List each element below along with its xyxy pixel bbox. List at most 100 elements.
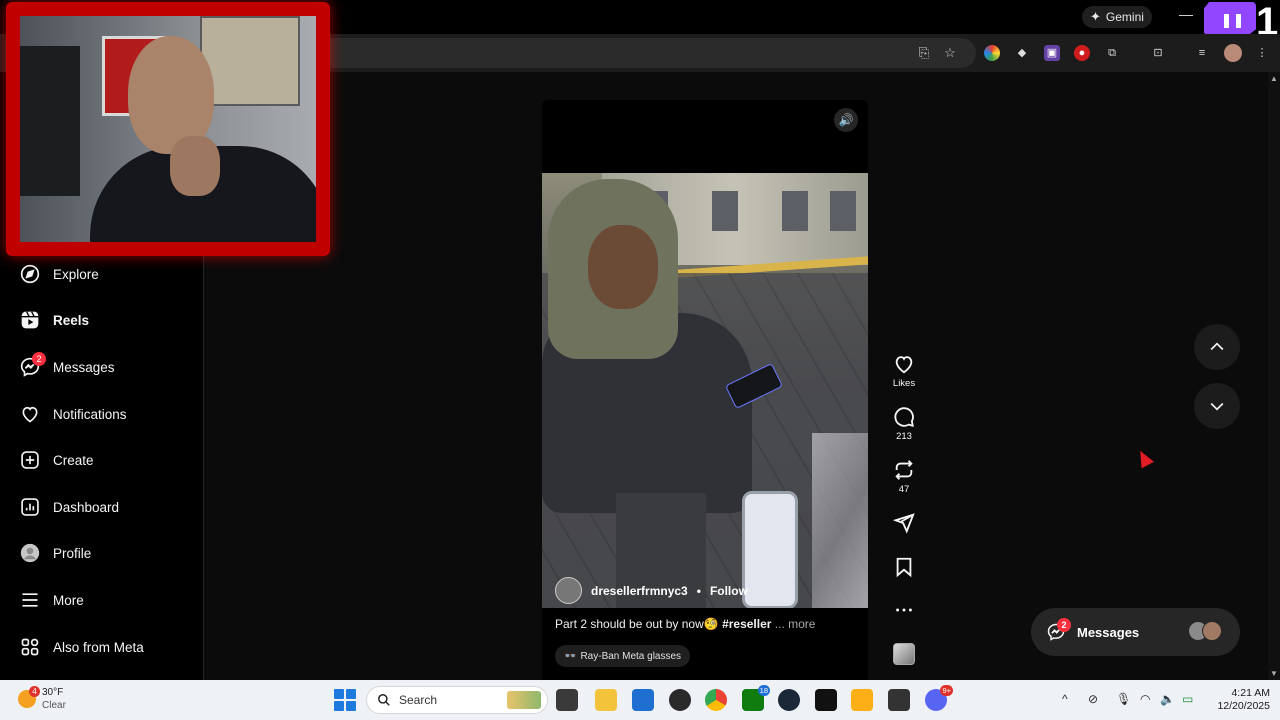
sidebar-item-label: Dashboard [53,499,120,515]
tray-overflow-icon[interactable]: ^ [1062,692,1068,706]
sidebar-item-label: Explore [53,266,99,282]
page-scrollbar[interactable]: ▲ ▼ [1268,72,1280,680]
video-second-phone [742,491,798,608]
twitch-extension-icon[interactable]: ▣ [1044,45,1060,61]
follow-button[interactable]: Follow [710,584,748,598]
author-avatar[interactable] [555,577,582,604]
recent-chat-avatars [1188,621,1224,643]
sidebar-item-dashboard[interactable]: Dashboard [20,494,119,520]
sidebar-item-more[interactable]: More [20,587,84,613]
like-action[interactable]: Likes [888,353,920,389]
video-plastic-bag [812,433,868,608]
repost-icon [895,460,913,480]
volume-icon[interactable]: 🔈 [1160,692,1175,706]
next-reel-button[interactable] [1194,383,1240,429]
caption-hashtag[interactable]: #reseller [722,617,771,631]
sidebar-item-create[interactable]: Create [20,447,94,473]
wifi-icon[interactable]: ◠ [1140,692,1150,706]
reel-video[interactable] [542,173,868,608]
reposts-count: 47 [898,484,910,495]
caption-more-link[interactable]: ... more [775,617,816,631]
taskbar-clock[interactable]: 4:21 AM 12/20/2025 [1206,687,1270,713]
scroll-up-arrow-icon[interactable]: ▲ [1270,74,1278,83]
diamond-extension-icon[interactable]: ◆ [1014,45,1030,61]
xbox-icon[interactable]: 18 [742,685,770,711]
microphone-icon[interactable]: 🎙 [1116,692,1131,706]
file-explorer-icon[interactable] [595,689,617,711]
tab-search-icon[interactable]: ⊡ [1150,45,1166,61]
speaker-icon[interactable]: 🔊 [834,108,858,132]
sidebar-item-notifications[interactable]: Notifications [20,401,127,427]
bookmark-icon [896,557,912,578]
sidebar-item-label: Also from Meta [53,639,144,655]
more-options-action[interactable] [888,599,920,624]
likes-label: Likes [892,378,916,389]
sparkle-icon: ✦ [1090,9,1101,24]
windows-taskbar: 4 30°F Clear Search 18 9+ ^ ⊘ 🎙 ◠ 🔈 ▭ 4:… [0,680,1280,720]
steam-icon[interactable] [778,689,800,711]
sidebar-item-reels[interactable]: Reels [20,307,89,333]
rockstar-icon[interactable] [851,689,873,711]
discord-icon[interactable]: 9+ [925,685,953,711]
weather-temperature: 30°F [42,687,64,698]
microsoft-store-icon[interactable] [632,689,654,711]
extensions-puzzle-icon[interactable]: ⧉ [1104,45,1120,61]
sidebar-item-label: Reels [53,312,90,328]
red-extension-icon[interactable]: ● [1074,45,1090,61]
chrome-icon[interactable] [705,689,727,711]
sidebar-item-profile[interactable]: Profile [20,540,91,566]
audio-thumbnail[interactable] [893,643,915,665]
messages-floating-button[interactable]: 2 Messages [1031,608,1240,656]
heart-icon [20,404,40,424]
reel-player[interactable]: 🔊 dresellerfrmnyc3 • Follow Part 2 shoul… [542,100,868,680]
browser-profile-avatar[interactable] [1224,44,1242,62]
clock-date: 12/20/2025 [1217,700,1270,712]
save-action[interactable] [888,556,920,581]
gemini-label: Gemini [1105,10,1144,24]
reading-list-icon[interactable]: ≡ [1194,45,1210,61]
minimize-button[interactable]: — [1176,4,1196,24]
xbox-badge: 18 [757,685,770,696]
discord-badge: 9+ [940,685,953,696]
sidebar-item-explore[interactable]: Explore [20,261,99,287]
caption-text: Part 2 should be out by now🧐 [555,617,719,631]
clock-time: 4:21 AM [1231,687,1270,699]
ellipsis-icon [896,608,912,612]
weather-widget[interactable]: 4 30°F Clear [18,686,66,712]
calculator-icon[interactable] [888,689,910,711]
meta-apps-icon [20,637,40,657]
repost-action[interactable]: 47 [888,459,920,495]
taskbar-search[interactable]: Search [366,686,548,714]
reel-author-row: dresellerfrmnyc3 • Follow [555,577,748,604]
reel-caption: Part 2 should be out by now🧐 #reseller .… [555,617,815,631]
bookmark-star-icon[interactable]: ☆ [942,45,958,61]
task-view-icon[interactable] [556,689,578,711]
share-action[interactable] [888,512,920,537]
previous-reel-button[interactable] [1194,324,1240,370]
separator-dot: • [696,583,701,598]
obs-icon[interactable] [669,689,691,711]
dashboard-icon [20,497,40,517]
sidebar-item-label: More [53,592,84,608]
profile-avatar [20,543,40,563]
epic-games-icon[interactable] [815,689,837,711]
weather-badge: 4 [29,686,40,697]
install-app-icon[interactable]: ⎘ [916,45,932,61]
sync-off-icon[interactable]: ⊘ [1088,692,1098,706]
sidebar-item-messages[interactable]: 2 Messages [20,352,115,380]
windows-start-button[interactable] [334,689,356,711]
browser-menu-icon[interactable]: ⋮ [1254,45,1270,61]
heart-icon [895,356,913,374]
comment-action[interactable]: 213 [888,406,920,442]
glasses-tag-pill[interactable]: 👓 Ray-Ban Meta glasses [555,645,691,667]
sidebar-item-also-from-meta[interactable]: Also from Meta [20,634,144,660]
address-bar[interactable]: ⎘ ☆ [320,38,976,68]
gemini-button[interactable]: ✦ Gemini [1082,6,1152,28]
color-extension-icon[interactable] [984,45,1000,61]
scroll-down-arrow-icon[interactable]: ▼ [1270,669,1278,678]
webcam-wall-frame [200,16,300,106]
sidebar-item-label: Notifications [53,406,127,422]
battery-icon[interactable]: ▭ [1182,692,1193,706]
glasses-tag-label: Ray-Ban Meta glasses [580,650,682,662]
author-username[interactable]: dresellerfrmnyc3 [591,584,688,598]
